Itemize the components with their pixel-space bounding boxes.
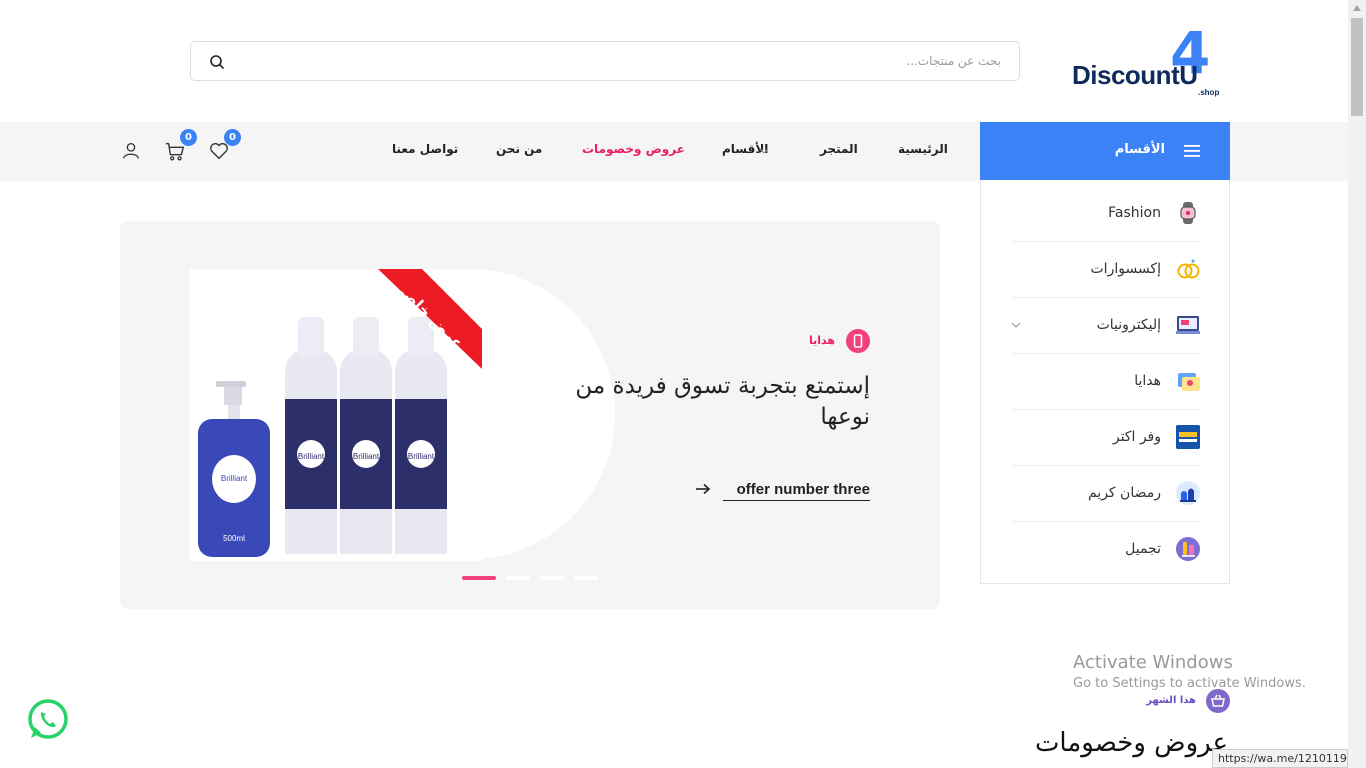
save-more-icon (1176, 425, 1200, 449)
sidebar-item-label: إكسسوارات (1090, 261, 1162, 277)
hero-tag-label: هدايا (808, 334, 835, 347)
basket-icon (1211, 694, 1225, 707)
activate-line-2: Go to Settings to activate Windows. (1073, 676, 1306, 691)
laptop-icon (1176, 316, 1200, 334)
sidebar-item-label: إليكترونيات (1096, 317, 1161, 333)
slider-dot-4[interactable] (574, 576, 598, 580)
product-brand-text-2: Brilliant (353, 452, 380, 461)
product-brand-text-3: Brilliant (408, 452, 435, 461)
rings-icon (1177, 259, 1200, 279)
slider-dot-1[interactable] (462, 576, 496, 580)
sidebar-item-label: وفر اكتر (1112, 429, 1161, 445)
whatsapp-icon[interactable] (26, 698, 70, 742)
hero-tag-icon-bg (846, 329, 870, 353)
hero-product-image[interactable]: Brilliant Brilliant Brilliant Brilliant … (190, 269, 482, 561)
logo-sub: .shop (1198, 88, 1220, 97)
nav-contact[interactable]: تواصل معنا (392, 142, 458, 156)
nav-home[interactable]: الرئيسية (898, 142, 948, 156)
hero-cta-link[interactable]: offer number three (695, 479, 870, 501)
watch-icon (1180, 202, 1196, 224)
month-icon-bg (1206, 689, 1230, 713)
sidebar-item-fashion[interactable]: Fashion (1011, 186, 1201, 242)
categories-sidebar: Fashion إكسسوارات إليكترونيات هدايا وفر … (980, 180, 1230, 584)
nav-shop[interactable]: المتجر (820, 142, 858, 156)
menu-icon (1184, 145, 1200, 157)
offers-section-title: عروض وخصومات (1034, 728, 1228, 758)
user-icon[interactable] (120, 140, 142, 162)
phone-icon (853, 334, 863, 348)
arrow-right-icon (695, 483, 710, 495)
product-brand-text-1: Brilliant (298, 452, 325, 461)
search-icon[interactable] (209, 54, 225, 70)
hero-cta-label: offer number three (736, 481, 870, 498)
chevron-down-icon (759, 148, 769, 154)
wishlist-badge: 0 (224, 129, 241, 146)
beauty-icon (1176, 537, 1200, 561)
cart-badge: 0 (180, 129, 197, 146)
hero-slider: Brilliant Brilliant Brilliant Brilliant … (120, 221, 940, 609)
special-offer-ribbon: عرض خاص (378, 269, 482, 369)
logo-suffix: U (1179, 60, 1198, 90)
logo-brand: DiscountU (1072, 60, 1198, 91)
this-month-label: هذا الشهر (1146, 695, 1196, 706)
scroll-up-arrow-icon[interactable] (1353, 5, 1361, 11)
sidebar-item-label: رمضان كريم (1087, 485, 1161, 501)
scroll-thumb[interactable] (1351, 18, 1363, 116)
hero-tag[interactable]: هدايا (750, 329, 870, 353)
hero-title: إستمتع بتجربة تسوق فريدة من نوعها (575, 373, 870, 430)
ramadan-icon (1176, 481, 1200, 505)
search-input[interactable] (241, 50, 1001, 72)
bottle-size-text: 500ml (223, 534, 245, 543)
sidebar-item-ramadan[interactable]: رمضان كريم (1011, 466, 1201, 522)
gift-icon (1178, 373, 1200, 391)
sidebar-item-label: تجميل (1125, 541, 1161, 557)
sidebar-item-accessories[interactable]: إكسسوارات (1011, 242, 1201, 298)
sidebar-item-label: Fashion (1108, 205, 1161, 221)
categories-button[interactable]: الأقسام (980, 122, 1230, 180)
nav-offers[interactable]: عروض وخصومات (582, 142, 685, 156)
categories-button-label: الأقسام (1114, 142, 1165, 157)
activate-line-1: Activate Windows (1073, 652, 1233, 673)
sidebar-item-label: هدايا (1134, 373, 1161, 389)
nav-about[interactable]: من نحن (496, 142, 542, 156)
windows-activation-watermark: Activate Windows Go to Settings to activ… (1073, 652, 1306, 691)
product-brand-text-4: Brilliant (221, 474, 248, 483)
chevron-down-icon[interactable] (1011, 320, 1021, 330)
this-month-tag: هذا الشهر (1146, 689, 1230, 713)
sidebar-item-beauty[interactable]: تجميل (1011, 522, 1201, 578)
sidebar-item-save-more[interactable]: وفر اكتر (1011, 410, 1201, 466)
page: 4 DiscountU .shop الأقسام الرئيسية المتج… (0, 0, 1366, 768)
search-bar (190, 41, 1020, 81)
sidebar-item-gifts[interactable]: هدايا (1011, 354, 1201, 410)
page-scrollbar[interactable] (1348, 0, 1366, 768)
logo-brand-text: Discount (1072, 60, 1180, 90)
site-logo[interactable]: 4 DiscountU .shop (1070, 24, 1230, 98)
browser-status-url: https://wa.me/1210119384 (1212, 749, 1348, 768)
slider-dot-3[interactable] (540, 576, 564, 580)
slider-dot-2[interactable] (506, 576, 530, 580)
sidebar-item-electronics[interactable]: إليكترونيات (1011, 298, 1201, 354)
